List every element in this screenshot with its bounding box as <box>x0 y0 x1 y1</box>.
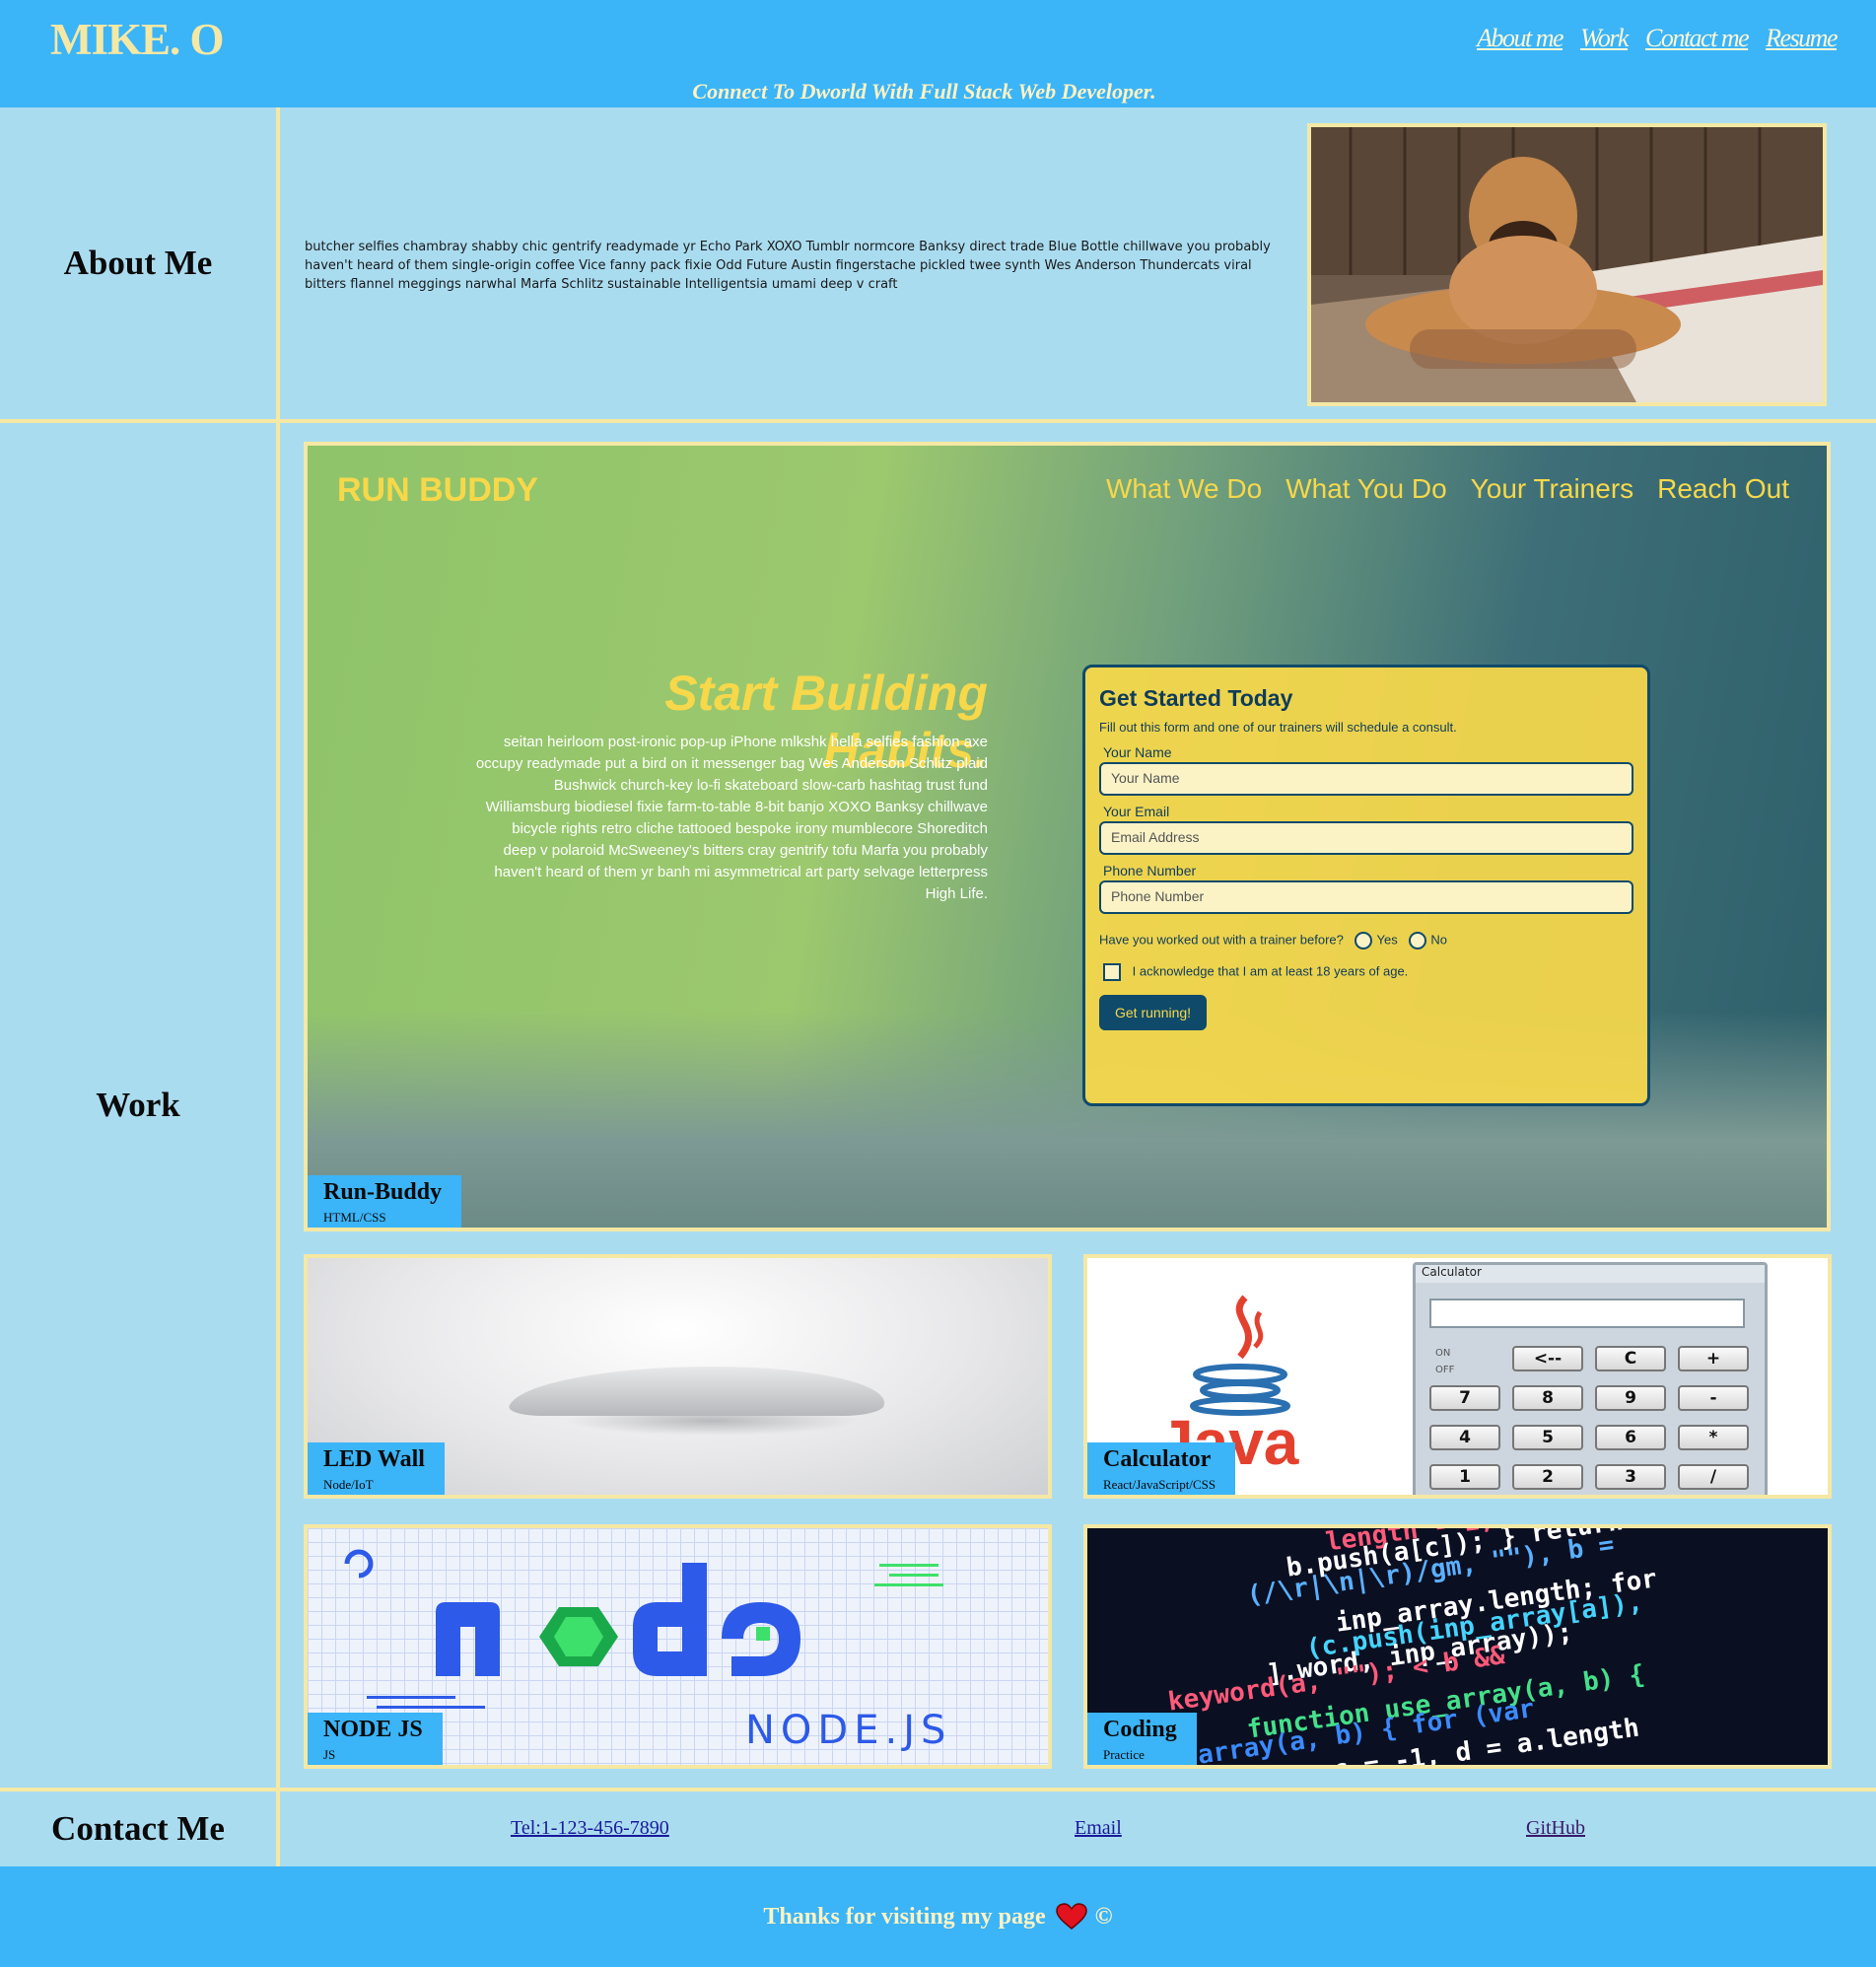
project-card-run-buddy[interactable]: RUN BUDDY What We Do What You Do Your Tr… <box>304 442 1831 1231</box>
calc-key: 5 <box>1512 1425 1583 1450</box>
name-label: Your Name <box>1103 744 1172 760</box>
project-card-calculator[interactable]: Java Calculator ON OFF <-- C + 7 8 9 - <box>1083 1254 1832 1499</box>
run-buddy-nav-item: Your Trainers <box>1470 473 1634 504</box>
node-js-wordmark: NODE.JS <box>745 1708 952 1753</box>
calculator-keypad: <-- C + 7 8 9 - 4 5 6 * 1 2 3 / <box>1429 1346 1755 1490</box>
radio-no-label: No <box>1430 932 1447 948</box>
name-field: Your Name <box>1099 762 1633 796</box>
work-heading: Work <box>96 1086 180 1124</box>
run-buddy-nav-item: Reach Out <box>1657 473 1789 504</box>
work-section: Work RUN BUDDY What We Do What You Do Yo… <box>0 423 1876 1791</box>
heart-icon <box>1055 1903 1087 1930</box>
project-label: Run-Buddy HTML/CSS <box>308 1175 462 1228</box>
calc-key: 3 <box>1595 1464 1666 1490</box>
dog-photo <box>1307 123 1827 406</box>
tagline: Connect To Dworld With Full Stack Web De… <box>692 79 1156 104</box>
ack-label: I acknowledge that I am at least 18 year… <box>1132 963 1409 979</box>
calc-key: 9 <box>1595 1385 1666 1411</box>
calc-key: * <box>1678 1425 1749 1450</box>
radio-yes-label: Yes <box>1376 932 1398 948</box>
calc-key: - <box>1678 1385 1749 1411</box>
radio-yes <box>1355 932 1373 949</box>
project-label: Calculator React/JavaScript/CSS <box>1087 1442 1236 1495</box>
calc-key: 2 <box>1512 1464 1583 1490</box>
about-label-column: About Me <box>0 107 280 419</box>
project-tech: JS <box>323 1747 336 1762</box>
project-tech: Node/IoT <box>323 1477 374 1492</box>
ack-row: I acknowledge that I am at least 18 year… <box>1099 963 1633 981</box>
phone-field: Phone Number <box>1099 880 1633 914</box>
footer-text: Thanks for visiting my page <box>763 1903 1046 1930</box>
email-label: Your Email <box>1103 804 1170 819</box>
calc-key: + <box>1678 1346 1749 1371</box>
site-logo[interactable]: MIKE. O <box>50 14 225 65</box>
project-title: NODE JS <box>323 1717 423 1742</box>
calc-key: 7 <box>1429 1385 1500 1411</box>
project-title: Run-Buddy <box>323 1179 443 1205</box>
java-cup-icon <box>1190 1295 1290 1416</box>
run-buddy-form: Get Started Today Fill out this form and… <box>1082 665 1650 1106</box>
run-buddy-screenshot: RUN BUDDY What We Do What You Do Your Tr… <box>308 446 1827 1228</box>
project-title: Calculator <box>1103 1446 1212 1472</box>
run-buddy-nav-item: What You Do <box>1285 473 1447 504</box>
run-buddy-body: seitan heirloom post-ironic pop-up iPhon… <box>475 734 988 902</box>
email-field: Email Address <box>1099 821 1633 855</box>
calc-key: 1 <box>1429 1464 1500 1490</box>
email-link[interactable]: Email <box>1075 1817 1122 1840</box>
contact-section: Contact Me Tel:1-123-456-7890 Email GitH… <box>0 1791 1876 1866</box>
form-intro: Fill out this form and one of our traine… <box>1099 720 1457 735</box>
project-card-coding[interactable]: length - 1; return c; } b.push(a[c]); } … <box>1083 1524 1832 1769</box>
contact-heading: Contact Me <box>51 1809 225 1848</box>
project-title: Coding <box>1103 1717 1177 1742</box>
code-image: length - 1; return c; } b.push(a[c]); } … <box>1087 1528 1828 1765</box>
work-label-column: Work <box>0 423 280 1788</box>
calc-key: 4 <box>1429 1425 1500 1450</box>
run-buddy-nav-item: What We Do <box>1105 473 1263 504</box>
about-text: butcher selfies chambray shabby chic gen… <box>305 240 1271 292</box>
run-buddy-logo: RUN BUDDY <box>337 471 538 509</box>
about-section: About Me butcher selfies chambray shabby… <box>0 107 1876 423</box>
trainer-question: Have you worked out with a trainer befor… <box>1099 932 1344 948</box>
nav-link-about[interactable]: About me <box>1477 24 1563 53</box>
contact-label-column: Contact Me <box>0 1791 280 1866</box>
calc-key: 8 <box>1512 1385 1583 1411</box>
calc-key: C <box>1595 1346 1666 1371</box>
calc-key: 6 <box>1595 1425 1666 1450</box>
project-label: NODE JS JS <box>308 1713 443 1765</box>
nav-link-contact[interactable]: Contact me <box>1645 24 1750 53</box>
about-heading: About Me <box>63 244 213 282</box>
project-card-led-wall[interactable]: LED Wall Node/IoT <box>304 1254 1052 1499</box>
project-label: Coding Practice <box>1087 1713 1197 1765</box>
get-running-button: Get running! <box>1099 995 1208 1030</box>
project-title: LED Wall <box>323 1446 425 1472</box>
site-footer: Thanks for visiting my page © <box>0 1866 1876 1967</box>
project-card-node-js[interactable]: NODE.JS NODE JS JS <box>304 1524 1052 1769</box>
phone-link[interactable]: Tel:1-123-456-7890 <box>511 1817 669 1840</box>
nav-link-resume[interactable]: Resume <box>1766 24 1838 53</box>
project-tech: HTML/CSS <box>323 1210 386 1225</box>
github-link[interactable]: GitHub <box>1526 1817 1585 1840</box>
form-title: Get Started Today <box>1099 685 1293 711</box>
radio-no <box>1409 932 1427 949</box>
main-nav: About me Work Contact me Resume <box>1477 24 1838 53</box>
site-header: MIKE. O About me Work Contact me Resume … <box>0 0 1876 107</box>
calc-key: / <box>1678 1464 1749 1490</box>
ack-checkbox <box>1103 963 1121 981</box>
calculator-window: Calculator ON OFF <-- C + 7 8 9 - 4 5 6 … <box>1413 1262 1768 1495</box>
phone-label: Phone Number <box>1103 863 1197 878</box>
project-label: LED Wall Node/IoT <box>308 1442 445 1495</box>
copyright-symbol: © <box>1094 1903 1113 1930</box>
project-tech: Practice <box>1103 1747 1145 1762</box>
calc-key: <-- <box>1512 1346 1583 1371</box>
run-buddy-nav: What We Do What You Do Your Trainers Rea… <box>1106 473 1789 505</box>
nav-link-work[interactable]: Work <box>1580 24 1629 53</box>
project-tech: React/JavaScript/CSS <box>1103 1477 1216 1492</box>
trainer-question-row: Have you worked out with a trainer befor… <box>1099 932 1633 949</box>
calculator-display <box>1429 1299 1745 1328</box>
calculator-title: Calculator <box>1416 1265 1765 1283</box>
